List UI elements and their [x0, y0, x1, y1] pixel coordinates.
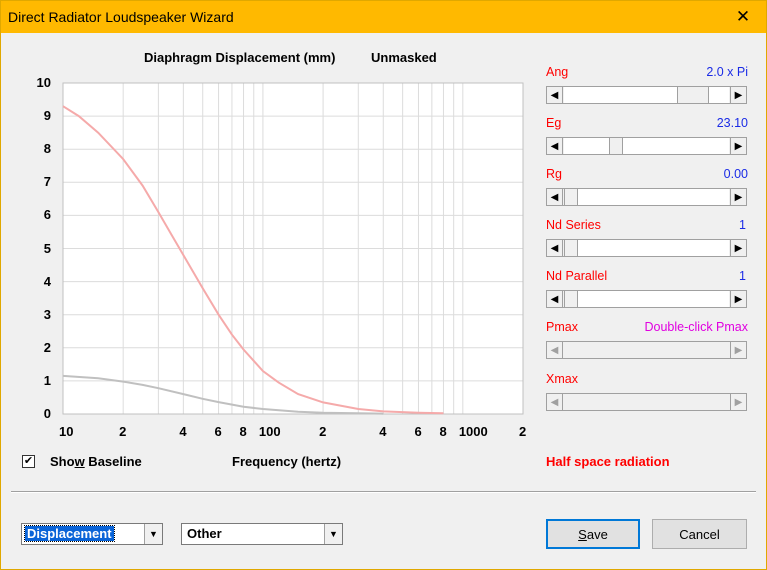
x-tick-label: 6 [414, 424, 422, 439]
x-tick-label: 4 [379, 424, 387, 439]
eg-label: Eg [546, 116, 562, 130]
x-tick-label: 8 [239, 424, 247, 439]
x-tick-label: 2 [319, 424, 327, 439]
scroll-right-icon[interactable]: ▶ [730, 87, 746, 103]
scroll-right-icon: ▶ [730, 394, 746, 410]
scroll-left-icon[interactable]: ◀ [547, 87, 563, 103]
scroll-right-icon: ▶ [730, 342, 746, 358]
x-tick-label: 10 [59, 424, 74, 439]
nd-parallel-label: Nd Parallel [546, 269, 608, 283]
ang-value: 2.0 x Pi [706, 65, 748, 79]
other-select[interactable]: Other ▼ [181, 523, 343, 545]
plot-type-select[interactable]: Displacement ▼ [21, 523, 163, 545]
separator [11, 491, 756, 493]
scroll-left-icon[interactable]: ◀ [547, 240, 563, 256]
ang-label: Ang [546, 65, 569, 79]
eg-scroll-thumb[interactable] [609, 138, 623, 154]
show-baseline-label[interactable]: Show Baseline [50, 454, 142, 469]
scroll-left-icon[interactable]: ◀ [547, 189, 563, 205]
y-tick-label: 9 [43, 108, 51, 124]
x-axis-label: Frequency (hertz) [232, 454, 342, 469]
check-icon: ✔ [23, 455, 34, 467]
nd-parallel-scrollbar[interactable]: ◀ ▶ [546, 290, 747, 308]
scroll-right-icon[interactable]: ▶ [730, 138, 746, 154]
other-value: Other [187, 526, 222, 541]
pmax-label: Pmax [546, 320, 578, 334]
show-baseline-checkbox[interactable]: ✔ [22, 455, 35, 468]
y-tick-label: 8 [43, 141, 51, 157]
x-tick-label: 6 [214, 424, 222, 439]
scroll-left-icon[interactable]: ◀ [547, 291, 563, 307]
nd-parallel-value: 1 [739, 269, 746, 283]
eg-value: 23.10 [716, 116, 748, 130]
scroll-left-icon: ◀ [547, 342, 563, 358]
ang-scroll-thumb[interactable] [677, 87, 709, 103]
pmax-scrollbar: ◀ ▶ [546, 341, 747, 359]
chevron-down-icon[interactable]: ▼ [324, 524, 342, 544]
y-tick-label: 6 [43, 207, 51, 223]
xmax-scrollbar: ◀ ▶ [546, 393, 747, 411]
chevron-down-icon[interactable]: ▼ [144, 524, 162, 544]
rg-scroll-thumb[interactable] [564, 189, 578, 205]
radiation-status: Half space radiation [546, 454, 670, 469]
scroll-right-icon[interactable]: ▶ [730, 240, 746, 256]
y-tick-label: 10 [36, 75, 51, 90]
nd-parallel-scroll-thumb[interactable] [564, 291, 578, 307]
rg-scrollbar[interactable]: ◀ ▶ [546, 188, 747, 206]
rg-value: 0.00 [723, 167, 748, 181]
x-tick-label: 1000 [458, 424, 488, 439]
scroll-right-icon[interactable]: ▶ [730, 291, 746, 307]
x-tick-label: 100 [258, 424, 281, 439]
y-tick-label: 3 [43, 306, 51, 322]
plot-type-value: Displacement [24, 525, 115, 542]
x-tick-label: 4 [179, 424, 187, 439]
x-tick-label: 8 [439, 424, 447, 439]
y-tick-label: 4 [43, 273, 51, 289]
y-tick-label: 2 [43, 339, 51, 355]
ang-scrollbar[interactable]: ◀ ▶ [546, 86, 747, 104]
x-tick-label: 2 [519, 424, 527, 439]
nd-series-label: Nd Series [546, 218, 601, 232]
y-tick-label: 1 [43, 372, 51, 388]
rg-label: Rg [546, 167, 562, 181]
scroll-left-icon: ◀ [547, 394, 563, 410]
y-tick-label: 0 [43, 406, 51, 421]
scroll-left-icon[interactable]: ◀ [547, 138, 563, 154]
x-tick-label: 2 [119, 424, 127, 439]
nd-series-scrollbar[interactable]: ◀ ▶ [546, 239, 747, 257]
pmax-value[interactable]: Double-click Pmax [601, 320, 748, 334]
save-button[interactable]: Save [546, 519, 640, 549]
eg-scrollbar[interactable]: ◀ ▶ [546, 137, 747, 155]
wizard-window: Direct Radiator Loudspeaker Wizard ✕ Dia… [0, 0, 767, 570]
cancel-button[interactable]: Cancel [652, 519, 747, 549]
y-tick-label: 5 [43, 240, 51, 256]
scroll-right-icon[interactable]: ▶ [730, 189, 746, 205]
y-tick-label: 7 [43, 174, 51, 190]
nd-series-scroll-thumb[interactable] [564, 240, 578, 256]
nd-series-value: 1 [739, 218, 746, 232]
xmax-label: Xmax [546, 372, 578, 386]
